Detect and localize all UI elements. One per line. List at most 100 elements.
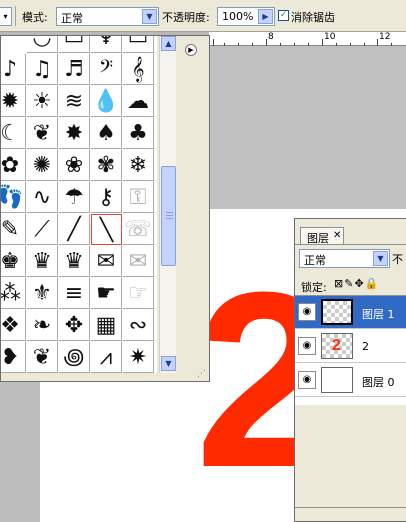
- chevron-right-icon[interactable]: ▶: [258, 9, 273, 24]
- layer-name: 图层 1: [362, 308, 395, 321]
- mode-select[interactable]: 正常 ▼: [56, 7, 159, 26]
- ruler-number: 10: [324, 32, 336, 42]
- antialias-checkbox[interactable]: ✓: [278, 10, 289, 21]
- pencil-icon[interactable]: ✎: [1, 214, 26, 245]
- zigzag-icon[interactable]: ⩘: [91, 342, 122, 373]
- eye-icon[interactable]: ◉: [298, 337, 316, 355]
- scrollbar-thumb[interactable]: [161, 166, 176, 266]
- layer-row[interactable]: ◉ 2 2: [295, 330, 406, 363]
- layer-thumbnail: 2: [321, 333, 353, 359]
- oak-leaf-icon[interactable]: ♣: [123, 118, 154, 149]
- raindrop-icon[interactable]: 💧: [91, 86, 122, 117]
- ruler-tick: [350, 43, 351, 46]
- layers-panel: 图层 ✕ 正常 ▼ 不 锁定: ⊠✎✥🔒 ◉ 图层 1 ◉ 2 2 ◉ 图层 0: [294, 218, 406, 522]
- sun-icon[interactable]: ✹: [1, 86, 26, 117]
- lock-position-icon[interactable]: ✥: [354, 277, 364, 290]
- lock-buttons[interactable]: ⊠✎✥🔒: [334, 277, 379, 290]
- mode-value: 正常: [61, 12, 83, 25]
- daisy-icon[interactable]: ✺: [27, 150, 58, 181]
- scroll-ornament-icon[interactable]: ∾: [123, 310, 154, 341]
- eye-icon[interactable]: ◉: [298, 303, 316, 321]
- sunburst-icon[interactable]: ☀: [27, 86, 58, 117]
- preset-dropdown-button[interactable]: ▾: [0, 7, 12, 26]
- shape-scrollbar[interactable]: ▲ ▼: [159, 36, 176, 373]
- beamed-notes-icon[interactable]: ♫: [27, 54, 58, 85]
- cloud-icon[interactable]: ☁: [123, 86, 154, 117]
- close-icon[interactable]: ✕: [333, 230, 341, 241]
- ruler-tick: [336, 43, 337, 46]
- resize-grip-icon[interactable]: ⋰: [197, 369, 207, 379]
- ruler-number: 8: [268, 32, 274, 42]
- layer-row[interactable]: ◉ 图层 1: [295, 296, 406, 329]
- texture-icon[interactable]: ▦: [91, 310, 122, 341]
- splat-icon[interactable]: ⁂: [1, 278, 26, 309]
- snowflake-icon[interactable]: ❄: [123, 150, 154, 181]
- pointing-hand-outline-icon[interactable]: ☞: [123, 278, 154, 309]
- ruler-tick: [224, 43, 225, 46]
- envelope-icon[interactable]: ✉: [91, 246, 122, 277]
- leaf-shape-icon[interactable]: ♠: [91, 118, 122, 149]
- crescent-moon-icon[interactable]: ☾: [1, 118, 26, 149]
- tab-divider: [295, 244, 406, 245]
- flower-petals-icon[interactable]: ✾: [91, 150, 122, 181]
- treble-clef-icon[interactable]: 𝄞: [123, 54, 154, 85]
- opacity-input[interactable]: 100% ▶: [217, 7, 275, 26]
- flower-icon[interactable]: ✿: [1, 150, 26, 181]
- tile-icon[interactable]: ✥: [59, 310, 90, 341]
- layer-blend-mode-select[interactable]: 正常 ▼: [299, 249, 390, 268]
- tool-options-bar: ▾ 模式: 正常 ▼ 不透明度: 100% ▶ ✓ 消除锯齿: [0, 0, 406, 32]
- king-icon[interactable]: ♚: [1, 246, 26, 277]
- knife-icon[interactable]: ╲: [91, 214, 122, 245]
- spiral-icon[interactable]: ꩜: [59, 342, 90, 373]
- sixteenth-note-icon[interactable]: ♬: [59, 54, 90, 85]
- lock-label: 锁定:: [301, 281, 327, 294]
- queen-icon[interactable]: ♛: [59, 246, 90, 277]
- horizontal-ruler: 8 10 12: [209, 32, 406, 46]
- bass-clef-icon[interactable]: 𝄢: [91, 54, 122, 85]
- ruler-tick: [266, 39, 267, 46]
- thumb-grip: [166, 215, 173, 216]
- ornament-shape[interactable]: ♆: [91, 36, 122, 53]
- flag-icon[interactable]: ≡: [59, 278, 90, 309]
- scroll-down-button[interactable]: ▼: [161, 356, 176, 371]
- starburst-icon[interactable]: ✷: [123, 342, 154, 373]
- bare-foot-icon[interactable]: ∿: [27, 182, 58, 213]
- key-outline-icon[interactable]: ⚿: [123, 182, 154, 213]
- leaf-icon[interactable]: ❦: [27, 118, 58, 149]
- key-icon[interactable]: ⚷: [91, 182, 122, 213]
- ruler-number: 12: [379, 32, 391, 42]
- crown-icon[interactable]: ♛: [27, 246, 58, 277]
- pointing-hand-icon[interactable]: ☛: [91, 278, 122, 309]
- arc-shape[interactable]: ◡: [27, 36, 58, 53]
- eye-icon[interactable]: ◉: [298, 371, 316, 389]
- brush-icon[interactable]: ⟋: [27, 214, 58, 245]
- scroll-up-button[interactable]: ▲: [161, 36, 176, 51]
- chevron-down-icon: ▼: [142, 9, 157, 24]
- maple-leaf-icon[interactable]: ✸: [59, 118, 90, 149]
- waves-icon[interactable]: ≋: [59, 86, 90, 117]
- tab-layers[interactable]: 图层 ✕: [300, 227, 344, 245]
- envelope-outline-icon[interactable]: ✉: [123, 246, 154, 277]
- eighth-note-icon[interactable]: ♪: [1, 54, 26, 85]
- antialias-label: 消除锯齿: [291, 11, 335, 24]
- shape-grid: ◡▭♆▭♪♫♬𝄢𝄞✹☀≋💧☁☾❦✸♠♣✿✺❀✾❄👣∿☂⚷⚿✎⟋╱╲☏♚♛♛✉✉⁂…: [1, 36, 157, 373]
- frame-shape[interactable]: ▭: [59, 36, 90, 53]
- telephone-icon[interactable]: ☏: [123, 214, 154, 245]
- lock-pixels-icon[interactable]: ✎: [344, 277, 354, 290]
- lock-transparency-icon[interactable]: ⊠: [334, 277, 344, 290]
- flower-round-icon[interactable]: ❀: [59, 150, 90, 181]
- thumb-grip: [166, 218, 173, 219]
- heart-dots-icon[interactable]: ❥: [1, 342, 26, 373]
- ornament-icon[interactable]: ❧: [27, 310, 58, 341]
- ruler-tick: [252, 43, 253, 46]
- lock-all-icon[interactable]: 🔒: [365, 277, 380, 290]
- layer-row[interactable]: ◉ 图层 0: [295, 364, 406, 397]
- knot-icon[interactable]: ❖: [1, 310, 26, 341]
- umbrella-icon[interactable]: ☂: [59, 182, 90, 213]
- needle-icon[interactable]: ╱: [59, 214, 90, 245]
- footprint-icon[interactable]: 👣: [1, 182, 26, 213]
- ornament-curl-icon[interactable]: ❦: [27, 342, 58, 373]
- banner-shape[interactable]: ▭: [123, 36, 154, 53]
- fleur-icon[interactable]: ⚜: [27, 278, 58, 309]
- panel-menu-icon[interactable]: ▶: [185, 44, 197, 56]
